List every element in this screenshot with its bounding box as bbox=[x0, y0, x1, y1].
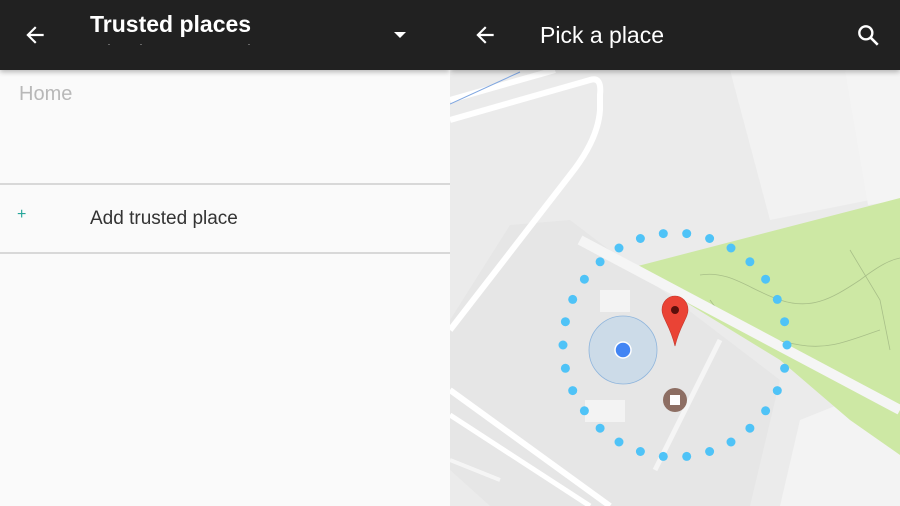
radius-dot bbox=[780, 363, 790, 373]
radius-dot bbox=[726, 243, 736, 253]
radius-dot bbox=[560, 363, 570, 373]
radius-dot bbox=[635, 234, 645, 243]
radius-dot bbox=[635, 447, 645, 456]
radius-dot bbox=[658, 451, 668, 461]
map-view[interactable] bbox=[450, 0, 900, 506]
app-bar: Pick a place bbox=[450, 0, 900, 70]
radius-dot bbox=[614, 243, 624, 253]
arrow-left-icon[interactable] bbox=[22, 22, 48, 48]
plus-icon: + bbox=[17, 206, 27, 223]
page-title: Trusted places bbox=[90, 11, 252, 37]
radius-dot bbox=[780, 317, 790, 327]
add-trusted-place-label: Add trusted place bbox=[90, 208, 238, 229]
caret-down-icon[interactable] bbox=[393, 30, 407, 40]
radius-dot bbox=[745, 257, 755, 267]
radius-dot bbox=[682, 451, 692, 461]
radius-dot bbox=[705, 234, 715, 243]
search-icon[interactable] bbox=[855, 22, 881, 48]
divider bbox=[0, 183, 450, 185]
radius-dot bbox=[560, 317, 570, 327]
pick-a-place-screen: Pick a place bbox=[450, 0, 900, 506]
trusted-places-screen: Trusted places Home + Add trusted place bbox=[0, 0, 450, 506]
radius-dot bbox=[745, 423, 755, 433]
radius-dot bbox=[761, 406, 771, 416]
radius-dot bbox=[595, 423, 605, 433]
page-title: Pick a place bbox=[540, 22, 665, 48]
radius-dot bbox=[568, 386, 578, 396]
subtitle-placeholder bbox=[108, 44, 250, 45]
radius-dot bbox=[772, 386, 782, 396]
current-location-icon bbox=[614, 341, 632, 359]
radius-dot bbox=[614, 437, 624, 447]
app-bar: Trusted places bbox=[0, 0, 450, 70]
home-label: Home bbox=[19, 83, 73, 105]
add-trusted-place-button[interactable]: + Add trusted place bbox=[0, 186, 450, 252]
radius-dot bbox=[579, 406, 589, 416]
radius-dot bbox=[705, 447, 715, 456]
arrow-left-icon[interactable] bbox=[472, 22, 498, 48]
radius-dot bbox=[782, 340, 792, 350]
radius-dot bbox=[772, 294, 782, 304]
radius-dot bbox=[595, 257, 605, 267]
radius-dot bbox=[558, 340, 568, 350]
radius-dot bbox=[579, 274, 589, 284]
radius-dot bbox=[658, 229, 668, 239]
radius-dot bbox=[761, 274, 771, 284]
radius-dot bbox=[682, 229, 692, 239]
radius-dot bbox=[726, 437, 736, 447]
divider bbox=[0, 252, 450, 254]
radius-dot bbox=[568, 294, 578, 304]
